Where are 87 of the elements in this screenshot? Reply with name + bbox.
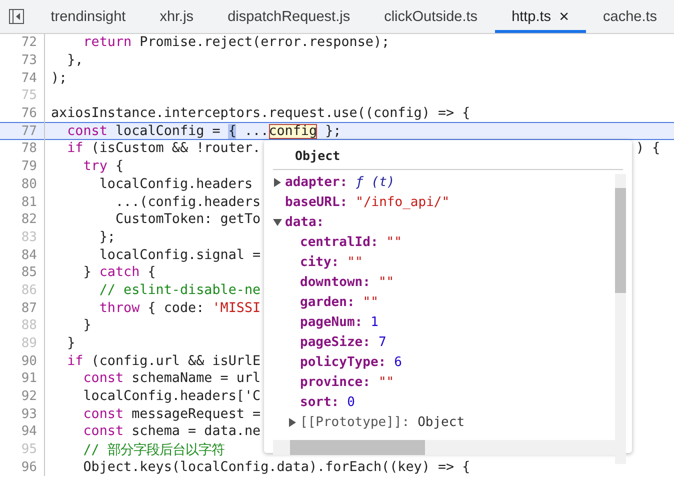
property-value: "" [378, 274, 394, 290]
code-line: ); [50, 70, 68, 86]
line-number: 95 [21, 442, 37, 458]
line-number: 76 [21, 106, 37, 122]
property-value: "" [347, 254, 363, 270]
line-number: 75 [21, 88, 37, 104]
property-key: sort: [300, 394, 340, 410]
code-line: } [66, 336, 76, 352]
line-number: 73 [21, 53, 37, 68]
line-number: 94 [21, 424, 37, 440]
code-line: }; [98, 230, 116, 245]
code-line: if (config.url && isUrlE [66, 354, 261, 369]
line-number: 88 [21, 318, 37, 334]
file-tab[interactable]: http.ts × [494, 0, 586, 33]
code-line: localConfig.signal = [98, 248, 261, 263]
line-number: 83 [21, 230, 37, 245]
file-tab[interactable]: dispatchRequest.js [210, 0, 368, 33]
line-number: 78 [21, 141, 37, 156]
line-number: 84 [21, 248, 37, 263]
property-key: garden: [300, 294, 355, 310]
code-line: const localConfig = { ...config }; [66, 124, 342, 139]
code-line: localConfig.headers['C [82, 389, 261, 404]
line-number: 72 [21, 35, 37, 50]
code-line: // 部分字段后台以字符 [82, 442, 224, 459]
line-number: 86 [21, 282, 37, 298]
property-key: pageNum: [300, 314, 363, 330]
property-key: downtown: [300, 274, 370, 290]
collapsed-triangle-icon[interactable] [273, 178, 282, 186]
property-value: 7 [378, 334, 386, 350]
code-line: return Promise.reject(error.response); [82, 35, 390, 50]
property-key: adapter: [285, 174, 348, 190]
code-line: axiosInstance.interceptors.request.use((config) => { [50, 106, 470, 122]
file-tab[interactable]: cache.ts [586, 0, 674, 33]
property-value: "" [386, 234, 402, 250]
property-value: Object [418, 414, 465, 430]
property-key: baseURL: [285, 194, 348, 210]
code-line: }, [66, 53, 84, 68]
line-number: 89 [21, 336, 37, 352]
line-number: 77 [21, 124, 37, 139]
code-line: const messageRequest = [82, 406, 261, 422]
expanded-triangle-icon[interactable] [273, 218, 282, 226]
code-line: CustomToken: getTo [114, 212, 261, 228]
line-number: 87 [21, 300, 37, 316]
property-key: [[Prototype]]: [300, 414, 410, 430]
code-line: const schemaName = url [82, 371, 261, 386]
code-line: localConfig.headers [98, 176, 253, 192]
line-number: 91 [21, 371, 37, 386]
property-key: province: [300, 374, 370, 390]
code-line: } [82, 318, 92, 334]
property-value: ƒ (t) [356, 174, 395, 190]
vertical-scrollbar[interactable] [615, 174, 626, 464]
code-line: if (isCustom && !router. [66, 141, 261, 156]
line-number: 82 [21, 212, 37, 228]
file-tab[interactable]: clickOutside.ts [367, 0, 495, 33]
property-value: 6 [394, 354, 402, 370]
property-value: 0 [347, 394, 355, 410]
line-number: 80 [21, 176, 37, 192]
popover-title: Object [273, 140, 623, 170]
property-key: policyType: [300, 354, 386, 370]
collapsed-triangle-icon[interactable] [288, 418, 297, 426]
property-key: pageSize: [300, 334, 370, 350]
property-value: "/info_api/" [356, 194, 450, 210]
line-number: 81 [21, 194, 37, 210]
code-line: // eslint-disable-ne [98, 282, 261, 298]
code-line: try { [82, 159, 124, 174]
code-line: throw { code: 'MISSI [98, 300, 261, 316]
property-key: data: [285, 214, 324, 230]
code-line: ) { [636, 141, 660, 156]
property-key: city: [300, 254, 340, 270]
code-line: const schema = data.ne [82, 424, 261, 440]
code-line: ...(config.headers [114, 194, 261, 210]
property-key: centralId: [300, 234, 378, 250]
line-number: 96 [21, 460, 37, 475]
line-number: 93 [21, 406, 37, 422]
line-number: 90 [21, 354, 37, 369]
line-number: 79 [21, 159, 37, 174]
line-number: 85 [21, 265, 37, 280]
property-value: "" [378, 374, 394, 390]
file-tab[interactable]: trendinsight [34, 0, 143, 33]
line-number: 74 [21, 70, 37, 86]
code-line: } catch { [82, 265, 156, 280]
property-value: "" [362, 294, 378, 310]
close-button[interactable]: × [559, 8, 569, 25]
property-value: 1 [370, 314, 378, 330]
line-number: 92 [21, 389, 37, 404]
code-line: Object.keys(localConfig.data).forEach((key) => { [82, 460, 470, 475]
file-tab[interactable]: xhr.js [142, 0, 211, 33]
